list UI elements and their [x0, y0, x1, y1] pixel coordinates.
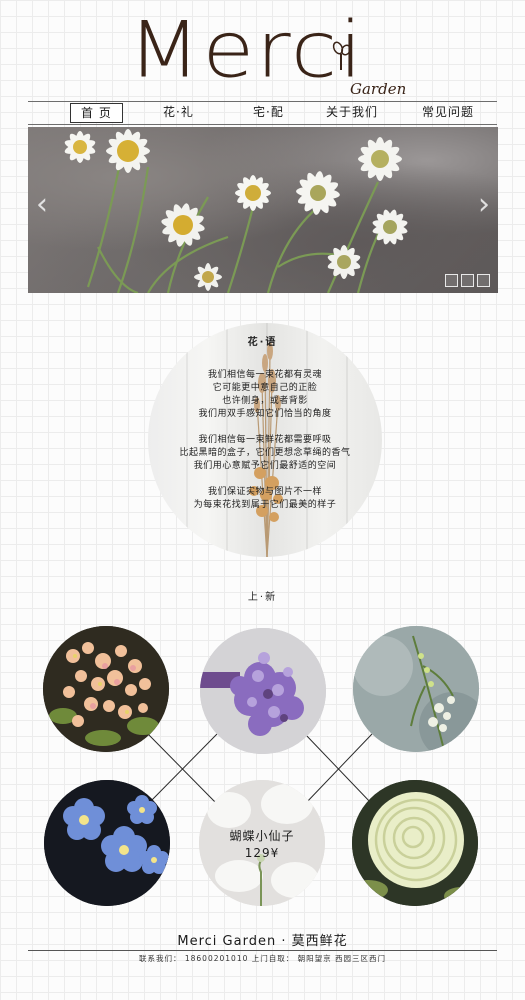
flower-language-line: 我们用心意赋予它们最舒适的空间: [193, 461, 337, 471]
product-name: 蝴蝶小仙子: [229, 829, 295, 843]
logo-subtitle: Garden: [350, 80, 407, 98]
chevron-right-icon[interactable]: ›: [474, 187, 494, 223]
flower-language-title: 花·语: [247, 337, 278, 348]
product-photo-kalanchoe[interactable]: [43, 626, 169, 752]
chevron-left-icon[interactable]: ‹: [32, 187, 52, 223]
flower-language-line: 我们保证实物与图片不一样: [207, 487, 322, 497]
nav-bottom-divider: [28, 124, 497, 125]
footer-title: Merci Garden · 莫西鲜花: [177, 934, 348, 949]
nav-item-gifts[interactable]: 花·礼: [163, 103, 194, 121]
flower-language-line: 它可能更中意自己的正脸: [212, 383, 318, 393]
slide-indicators: [445, 274, 490, 287]
flower-language-line: 我们相信每一束花都有灵魂: [207, 370, 322, 380]
product-photo-white-spray[interactable]: [353, 626, 479, 752]
flower-language-line: 我们相信每一束鲜花都需要呼吸: [198, 435, 332, 445]
nav-item-faq[interactable]: 常见问题: [422, 103, 474, 121]
nav-item-about[interactable]: 关于我们: [326, 103, 378, 121]
sprout-icon: [332, 41, 352, 70]
slide-dot[interactable]: [461, 274, 474, 287]
hero-banner[interactable]: ‹ ›: [28, 127, 498, 293]
flower-language-line: 为每束花找到属于它们最美的样子: [193, 500, 337, 510]
slide-dot[interactable]: [477, 274, 490, 287]
daisy-illustration: [64, 129, 408, 293]
product-label[interactable]: 蝴蝶小仙子 129¥: [199, 828, 325, 862]
logo[interactable]: Merci Garden: [128, 6, 418, 106]
product-photo-ranunculus[interactable]: [352, 780, 478, 906]
slide-dot[interactable]: [445, 274, 458, 287]
nav-item-delivery[interactable]: 宅·配: [253, 103, 284, 121]
product-photo-purple-bouquet[interactable]: [200, 628, 326, 754]
nav-item-home[interactable]: 首 页: [70, 103, 123, 123]
flower-language-line: 我们用双手感知它们恰当的角度: [198, 409, 332, 419]
flower-language-text: 我们相信每一束花都有灵魂 它可能更中意自己的正脸 也许侧身，或者背影 我们用双手…: [148, 369, 382, 512]
logo-wordmark: Merci: [128, 4, 365, 96]
flower-language-line: 也许侧身，或者背影: [222, 396, 308, 406]
footer-contact-info: 联系我们： 18600201010 上门自取： 朝阳望京 西园三区西门: [138, 954, 387, 963]
nav-top-divider: [28, 101, 497, 102]
product-photo-forget-me-not[interactable]: [44, 780, 170, 906]
footer-divider: [28, 950, 497, 951]
flower-language-line: 比起黑暗的盒子，它们更想念草绳的香气: [179, 448, 351, 458]
product-price: 129¥: [244, 846, 280, 860]
main-nav: 首 页 花·礼 宅·配 关于我们 常见问题: [28, 103, 497, 123]
